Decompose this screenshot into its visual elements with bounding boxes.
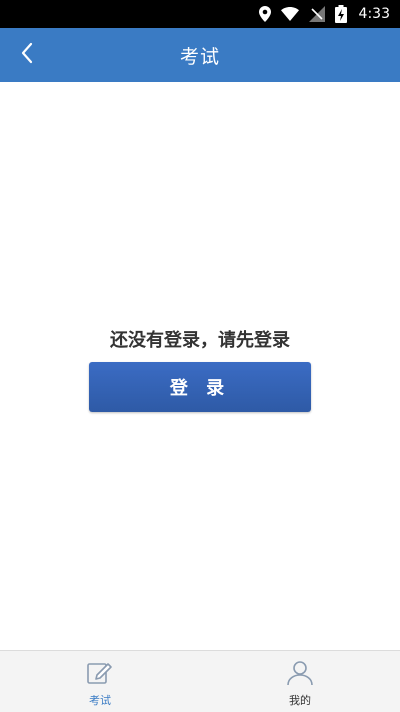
bottom-nav: 考试 我的 (0, 650, 400, 712)
login-button[interactable]: 登 录 (89, 362, 311, 412)
app-bar: 考试 (0, 28, 400, 82)
wifi-icon (280, 7, 299, 21)
page-title: 考试 (179, 45, 220, 68)
login-prompt-text: 还没有登录，请先登录 (110, 330, 290, 351)
tab-exam-label: 考试 (89, 693, 111, 707)
tab-mine-label: 我的 (289, 693, 311, 707)
tab-exam[interactable]: 考试 (0, 651, 200, 712)
battery-charging-icon (334, 5, 347, 23)
no-signal-icon (308, 6, 325, 22)
status-bar: 4:33 (0, 0, 400, 28)
location-icon (258, 6, 271, 22)
back-button[interactable] (14, 28, 54, 82)
chevron-left-icon (20, 42, 34, 68)
edit-icon (86, 660, 114, 690)
main-content: 还没有登录，请先登录 登 录 (0, 82, 400, 650)
tab-mine[interactable]: 我的 (200, 651, 400, 712)
status-time: 4:33 (358, 6, 390, 22)
user-icon (286, 660, 314, 690)
screen: 4:33 考试 还没有登录，请先登录 登 录 考试 我的 (0, 0, 400, 712)
